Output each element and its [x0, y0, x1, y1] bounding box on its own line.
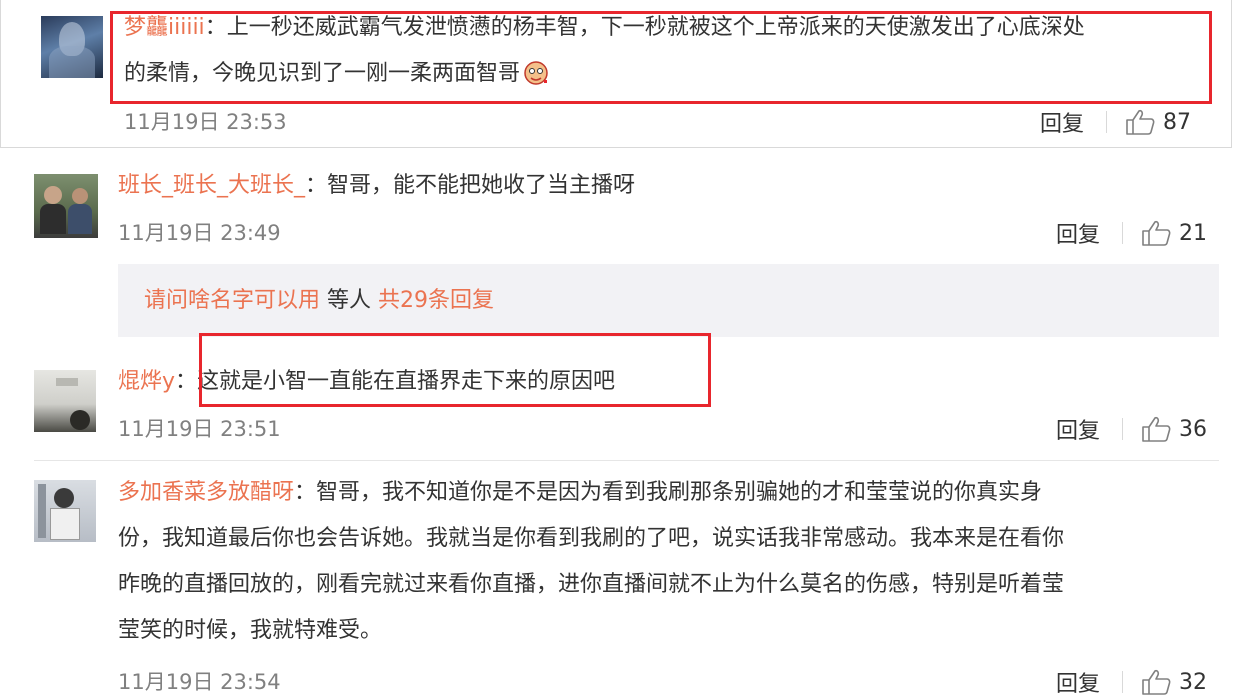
avatar[interactable]: [41, 16, 103, 78]
avatar[interactable]: [34, 174, 98, 238]
view-all-replies-link[interactable]: 共29条回复: [378, 288, 494, 313]
comment-line: ：智哥，我不知道你是不是因为看到我刷那条别骗她的才和莹莹说的你真实身: [294, 480, 1043, 505]
comment-line: 昨晚的直播回放的，刚看完就过来看你直播，进你直播间就不止为什么莫名的伤感，特别是…: [118, 572, 1065, 597]
like-button[interactable]: 32: [1141, 669, 1207, 695]
reply-button[interactable]: 回复: [1040, 106, 1084, 138]
thumbs-up-icon: [1126, 109, 1155, 135]
like-button[interactable]: 87: [1125, 109, 1191, 135]
username-link[interactable]: 班长_班长_大班长_: [118, 173, 305, 198]
more-replies-text: 等人: [320, 288, 379, 313]
comment-time: 11月19日 23:54: [118, 670, 281, 694]
like-count: 32: [1179, 669, 1208, 695]
like-button[interactable]: 36: [1141, 416, 1207, 442]
comment-actions: 回复 32: [1056, 666, 1207, 698]
like-count: 21: [1179, 220, 1208, 246]
username-link[interactable]: 焜烨y: [118, 369, 175, 394]
action-separator: [1122, 222, 1124, 244]
comment-time: 11月19日 23:49: [118, 221, 281, 245]
reply-button[interactable]: 回复: [1056, 217, 1100, 249]
reply-button[interactable]: 回复: [1056, 666, 1100, 698]
comment-time: 11月19日 23:53: [124, 110, 287, 134]
action-separator: [1122, 418, 1124, 440]
comment-line: 份，我知道最后你也会告诉她。我就当是你看到我刷的了吧，说实话我非常感动。我本来是…: [118, 526, 1065, 551]
like-count: 87: [1163, 109, 1192, 135]
comment-text: 多加香菜多放醋呀：智哥，我不知道你是不是因为看到我刷那条别骗她的才和莹莹说的你真…: [118, 470, 1218, 654]
comment-actions: 回复 87: [1040, 106, 1191, 138]
like-button[interactable]: 21: [1141, 220, 1207, 246]
like-count: 36: [1179, 416, 1208, 442]
avatar[interactable]: [34, 370, 96, 432]
reply-button[interactable]: 回复: [1056, 413, 1100, 445]
thumbs-up-icon: [1142, 416, 1171, 442]
comment-line: 莹笑的时候，我就特难受。: [118, 618, 383, 643]
highlight-box: [199, 333, 711, 407]
highlight-box: [110, 11, 1212, 104]
comment-time: 11月19日 23:51: [118, 417, 281, 441]
comment-actions: 回复 21: [1056, 217, 1207, 249]
comment-actions: 回复 36: [1056, 413, 1207, 445]
action-separator: [1106, 111, 1108, 133]
comment-line: ：智哥，能不能把她收了当主播呀: [305, 173, 636, 198]
comment-divider: [34, 460, 1219, 461]
comment-text: 班长_班长_大班长_：智哥，能不能把她收了当主播呀: [118, 163, 1218, 209]
action-separator: [1122, 671, 1124, 693]
username-link[interactable]: 多加香菜多放醋呀: [118, 480, 294, 505]
thumbs-up-icon: [1142, 220, 1171, 246]
more-replies-bar: 请问啥名字可以用 等人 共29条回复: [118, 264, 1219, 337]
avatar[interactable]: [34, 480, 96, 542]
thumbs-up-icon: [1142, 669, 1171, 695]
replier-link[interactable]: 请问啥名字可以用: [144, 288, 320, 313]
